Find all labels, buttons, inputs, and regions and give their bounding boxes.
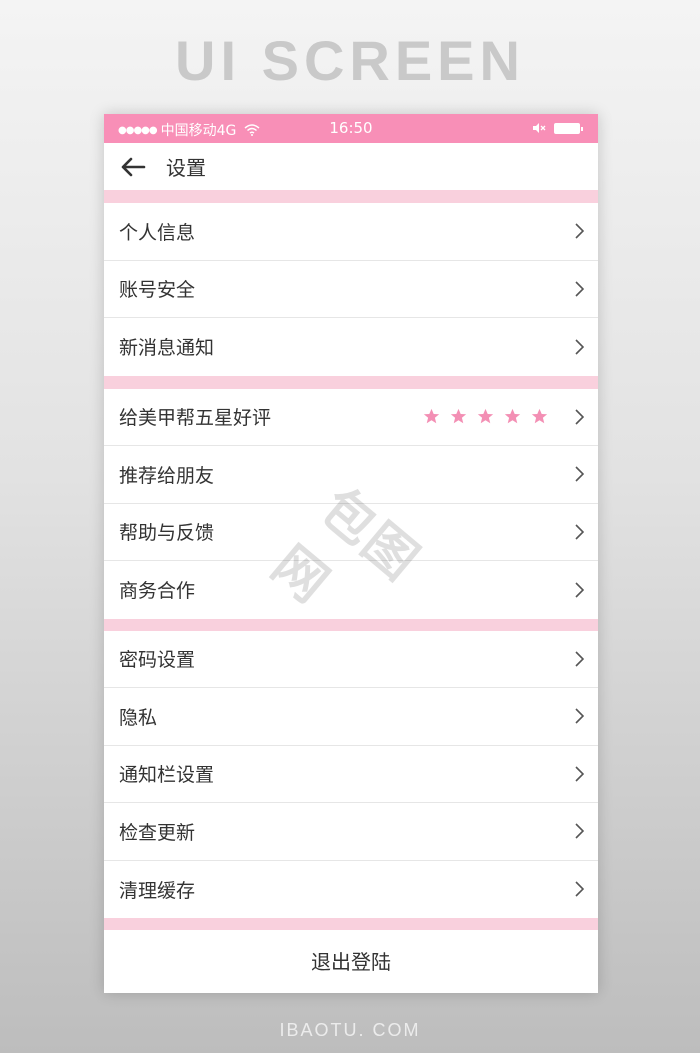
chevron-right-icon bbox=[575, 823, 584, 839]
page-footer: IBAOTU. COM bbox=[279, 1020, 421, 1040]
chevron-right-icon bbox=[575, 281, 584, 297]
rating-stars[interactable] bbox=[413, 408, 548, 425]
status-time: 16:50 bbox=[329, 119, 373, 137]
star-icon[interactable] bbox=[504, 408, 521, 425]
chevron-right-icon bbox=[575, 582, 584, 598]
section-divider bbox=[104, 375, 598, 389]
back-arrow-icon[interactable] bbox=[120, 156, 146, 178]
page-title: 设置 bbox=[166, 156, 206, 180]
chevron-right-icon bbox=[575, 651, 584, 667]
page-header: UI SCREEN bbox=[175, 29, 525, 92]
row-rate-five-stars[interactable]: 给美甲帮五星好评 bbox=[104, 389, 598, 446]
row-check-update[interactable]: 检查更新 bbox=[104, 803, 598, 861]
row-label: 清理缓存 bbox=[119, 879, 196, 902]
settings-group-account: 个人信息 账号安全 新消息通知 bbox=[104, 203, 598, 376]
chevron-right-icon bbox=[575, 708, 584, 724]
star-icon[interactable] bbox=[477, 408, 494, 425]
chevron-right-icon bbox=[575, 466, 584, 482]
phone-screen: ●●●●● 中国移动4G 16:50 设置 个人信息 账号安全 新消息通知 给美… bbox=[104, 114, 598, 993]
chevron-right-icon bbox=[575, 524, 584, 540]
section-divider bbox=[104, 618, 598, 631]
row-privacy[interactable]: 隐私 bbox=[104, 688, 598, 746]
row-label: 给美甲帮五星好评 bbox=[119, 407, 272, 430]
row-label: 通知栏设置 bbox=[119, 764, 215, 787]
row-label: 账号安全 bbox=[119, 279, 196, 302]
row-label: 个人信息 bbox=[119, 221, 196, 244]
row-label: 隐私 bbox=[119, 706, 158, 729]
status-bar: ●●●●● 中国移动4G 16:50 bbox=[104, 114, 598, 143]
row-label: 检查更新 bbox=[119, 821, 196, 844]
battery-icon bbox=[554, 122, 583, 134]
row-label: 推荐给朋友 bbox=[119, 464, 215, 487]
chevron-right-icon bbox=[575, 409, 584, 425]
row-label: 商务合作 bbox=[119, 580, 196, 603]
settings-group-feedback: 给美甲帮五星好评 推荐给朋友 帮助与反馈 商务合作 bbox=[104, 389, 598, 619]
star-icon[interactable] bbox=[450, 408, 467, 425]
row-label: 新消息通知 bbox=[119, 337, 215, 360]
section-divider bbox=[104, 918, 598, 930]
logout-button[interactable]: 退出登陆 bbox=[104, 930, 598, 990]
chevron-right-icon bbox=[575, 339, 584, 355]
star-icon[interactable] bbox=[423, 408, 440, 425]
row-password-settings[interactable]: 密码设置 bbox=[104, 631, 598, 688]
section-divider bbox=[104, 190, 598, 203]
row-account-security[interactable]: 账号安全 bbox=[104, 261, 598, 318]
nav-bar: 设置 bbox=[104, 143, 598, 190]
row-personal-info[interactable]: 个人信息 bbox=[104, 203, 598, 261]
settings-group-system: 密码设置 隐私 通知栏设置 检查更新 清理缓存 bbox=[104, 631, 598, 919]
row-recommend-friends[interactable]: 推荐给朋友 bbox=[104, 446, 598, 504]
row-new-message-notify[interactable]: 新消息通知 bbox=[104, 318, 598, 376]
row-clear-cache[interactable]: 清理缓存 bbox=[104, 861, 598, 919]
row-notification-bar-settings[interactable]: 通知栏设置 bbox=[104, 746, 598, 803]
mute-icon bbox=[533, 123, 546, 133]
row-label: 密码设置 bbox=[119, 649, 196, 672]
chevron-right-icon bbox=[575, 881, 584, 897]
status-right bbox=[532, 122, 583, 134]
chevron-right-icon bbox=[575, 766, 584, 782]
row-business-cooperation[interactable]: 商务合作 bbox=[104, 561, 598, 619]
star-icon[interactable] bbox=[531, 408, 548, 425]
row-label: 帮助与反馈 bbox=[119, 522, 215, 545]
chevron-right-icon bbox=[575, 223, 584, 239]
row-help-feedback[interactable]: 帮助与反馈 bbox=[104, 504, 598, 561]
